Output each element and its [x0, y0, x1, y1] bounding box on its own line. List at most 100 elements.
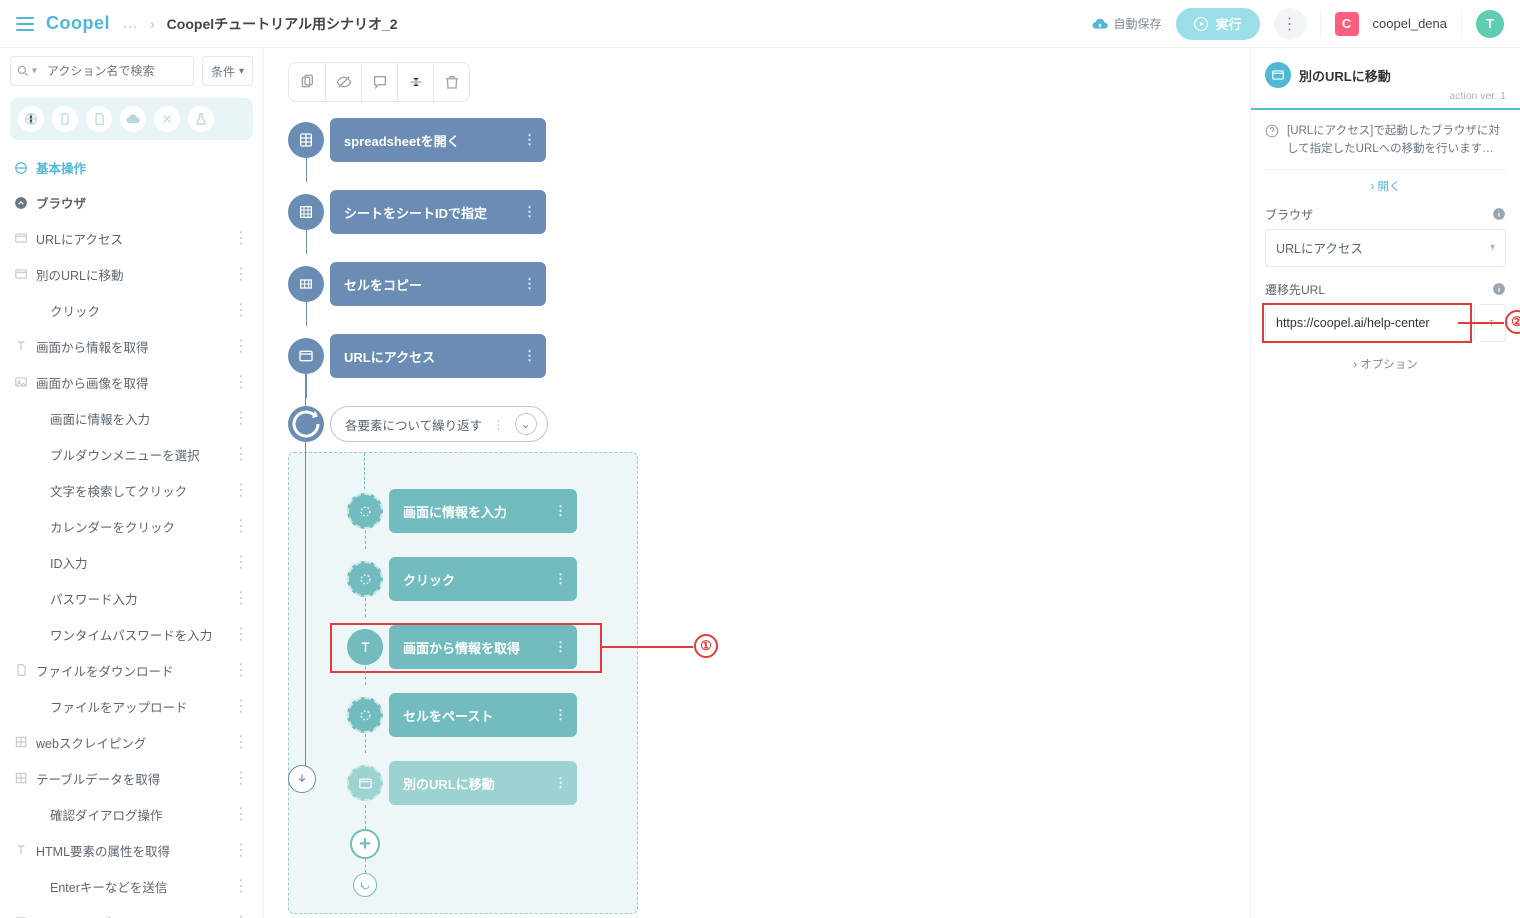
chip-mobile-icon[interactable] [52, 106, 78, 132]
action-more-icon[interactable]: ⋮ [233, 480, 249, 500]
toolbar-collapse-icon[interactable] [397, 62, 433, 102]
child-node[interactable]: クリック⋮ [347, 557, 625, 601]
action-more-icon[interactable]: ⋮ [233, 660, 249, 680]
action-more-icon[interactable]: ⋮ [233, 300, 249, 320]
node-card[interactable]: spreadsheetを開く⋮ [330, 118, 546, 162]
search-input[interactable] [10, 56, 194, 86]
child-card[interactable]: 画面に情報を入力⋮ [389, 489, 577, 533]
action-more-icon[interactable]: ⋮ [233, 336, 249, 356]
category-basic[interactable]: 基本操作 [0, 150, 263, 185]
action-item[interactable]: URLにアクセス⋮ [0, 220, 263, 256]
action-item[interactable]: 確認ダイアログ操作⋮ [0, 796, 263, 832]
action-item[interactable]: 別のURLに移動⋮ [0, 256, 263, 292]
child-more-icon[interactable]: ⋮ [554, 503, 567, 519]
action-more-icon[interactable]: ⋮ [233, 840, 249, 860]
action-more-icon[interactable]: ⋮ [233, 624, 249, 644]
chip-cloud-icon[interactable] [120, 106, 146, 132]
action-item[interactable]: パスワード入力⋮ [0, 580, 263, 616]
action-more-icon[interactable]: ⋮ [233, 444, 249, 464]
action-item[interactable]: ワンタイムパスワードを入力⋮ [0, 616, 263, 652]
action-item[interactable]: HTML要素の属性を取得⋮ [0, 832, 263, 868]
action-more-icon[interactable]: ⋮ [233, 372, 249, 392]
action-item[interactable]: テーブルデータを取得⋮ [0, 760, 263, 796]
child-node[interactable]: 画面に情報を入力⋮ [347, 489, 625, 533]
node-more-icon[interactable]: ⋮ [523, 276, 536, 292]
child-node[interactable]: セルをペースト⋮ [347, 693, 625, 737]
add-step-button[interactable]: + [350, 829, 380, 859]
action-more-icon[interactable]: ⋮ [233, 264, 249, 284]
avatar[interactable]: T [1476, 10, 1504, 38]
logo[interactable]: Coopel [46, 13, 110, 34]
toolbar-hide-icon[interactable] [325, 62, 361, 102]
chip-file-icon[interactable] [86, 106, 112, 132]
child-card[interactable]: 画面から情報を取得⋮ [389, 625, 577, 669]
child-card[interactable]: セルをペースト⋮ [389, 693, 577, 737]
toolbar-comment-icon[interactable] [361, 62, 397, 102]
toolbar-delete-icon[interactable] [433, 62, 469, 102]
loop-collapse-icon[interactable]: ⌄ [515, 413, 537, 435]
node-more-icon[interactable]: ⋮ [523, 132, 536, 148]
action-more-icon[interactable]: ⋮ [233, 588, 249, 608]
child-card[interactable]: 別のURLに移動⋮ [389, 761, 577, 805]
flow-node[interactable]: URLにアクセス⋮ [288, 334, 928, 378]
flow-node[interactable]: spreadsheetを開く⋮ [288, 118, 928, 162]
node-more-icon[interactable]: ⋮ [523, 348, 536, 364]
child-node[interactable]: 画面から情報を取得⋮ [347, 625, 625, 669]
workspace-name[interactable]: coopel_dena [1373, 16, 1447, 31]
action-item[interactable]: ID入力⋮ [0, 544, 263, 580]
info-icon[interactable] [1492, 207, 1506, 221]
browser-select[interactable]: URLにアクセス ▾ [1265, 229, 1506, 267]
node-card[interactable]: セルをコピー⋮ [330, 262, 546, 306]
flow-node[interactable]: シートをシートIDで指定⋮ [288, 190, 928, 234]
workspace-badge[interactable]: C [1335, 12, 1359, 36]
action-item[interactable]: webスクレイピング⋮ [0, 724, 263, 760]
info-icon[interactable] [1492, 282, 1506, 296]
action-item[interactable]: ファイルをダウンロード⋮ [0, 652, 263, 688]
action-more-icon[interactable]: ⋮ [233, 804, 249, 824]
chip-browser-icon[interactable] [18, 106, 44, 132]
breadcrumb-more-icon[interactable]: … [122, 16, 138, 32]
expand-description-link[interactable]: › 開く [1265, 170, 1506, 202]
child-card[interactable]: クリック⋮ [389, 557, 577, 601]
chip-close-icon[interactable] [154, 106, 180, 132]
run-button[interactable]: 実行 [1176, 8, 1260, 40]
scenario-title[interactable]: Coopelチュートリアル用シナリオ_2 [167, 14, 398, 34]
child-more-icon[interactable]: ⋮ [554, 639, 567, 655]
action-item[interactable]: プルダウンメニューを選択⋮ [0, 436, 263, 472]
canvas[interactable]: spreadsheetを開く⋮ シートをシートIDで指定⋮ セルをコピー⋮ URLにア… [264, 48, 1250, 918]
url-input[interactable] [1265, 304, 1475, 342]
action-item[interactable]: 画面から画像を取得⋮ [0, 364, 263, 400]
chip-flask-icon[interactable] [188, 106, 214, 132]
options-toggle[interactable]: › オプション [1265, 342, 1506, 386]
action-item[interactable]: 画面をキャプチャー⋮ [0, 904, 263, 918]
action-more-icon[interactable]: ⋮ [233, 552, 249, 572]
node-more-icon[interactable]: ⋮ [523, 204, 536, 220]
action-item[interactable]: 文字を検索してクリック⋮ [0, 472, 263, 508]
menu-icon[interactable] [16, 17, 34, 31]
more-button[interactable]: ⋮ [1274, 8, 1306, 40]
action-more-icon[interactable]: ⋮ [233, 876, 249, 896]
action-more-icon[interactable]: ⋮ [233, 696, 249, 716]
conditions-button[interactable]: 条件▾ [202, 56, 253, 86]
action-more-icon[interactable]: ⋮ [233, 408, 249, 428]
action-more-icon[interactable]: ⋮ [233, 912, 249, 918]
toolbar-copy-icon[interactable] [289, 62, 325, 102]
caret-down-icon[interactable]: ▾ [32, 66, 37, 77]
node-card[interactable]: シートをシートIDで指定⋮ [330, 190, 546, 234]
action-item[interactable]: ファイルをアップロード⋮ [0, 688, 263, 724]
action-more-icon[interactable]: ⋮ [233, 732, 249, 752]
action-more-icon[interactable]: ⋮ [233, 228, 249, 248]
loop-header[interactable]: 各要素について繰り返す⋮⌄ [288, 406, 928, 442]
child-more-icon[interactable]: ⋮ [554, 775, 567, 791]
node-card[interactable]: URLにアクセス⋮ [330, 334, 546, 378]
loop-chip[interactable]: 各要素について繰り返す⋮⌄ [330, 406, 548, 442]
action-more-icon[interactable]: ⋮ [233, 768, 249, 788]
loop-more-icon[interactable]: ⋮ [492, 417, 505, 432]
action-item[interactable]: カレンダーをクリック⋮ [0, 508, 263, 544]
child-more-icon[interactable]: ⋮ [554, 571, 567, 587]
flow-node[interactable]: セルをコピー⋮ [288, 262, 928, 306]
child-more-icon[interactable]: ⋮ [554, 707, 567, 723]
child-node[interactable]: 別のURLに移動⋮ [347, 761, 625, 805]
action-item[interactable]: クリック⋮ [0, 292, 263, 328]
category-browser[interactable]: ブラウザ [0, 185, 263, 220]
